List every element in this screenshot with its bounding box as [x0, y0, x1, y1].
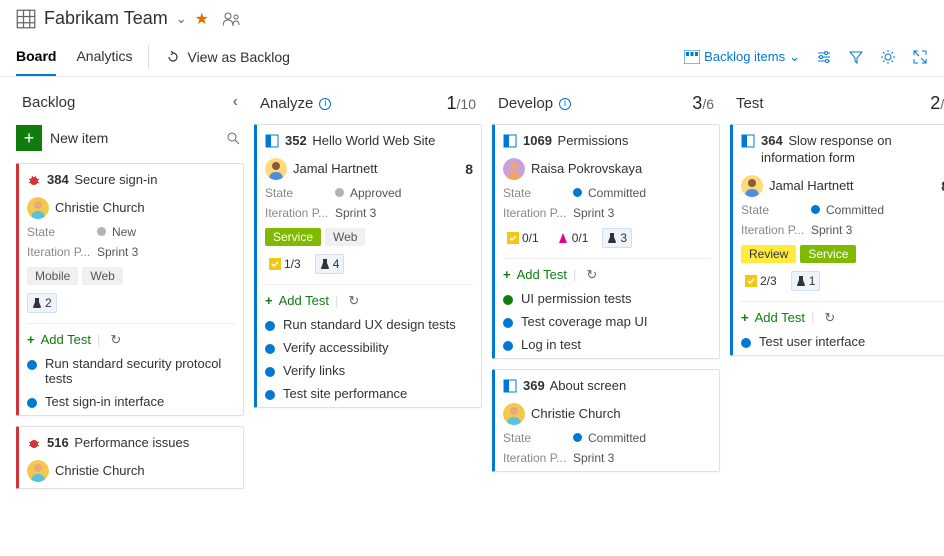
column-develop: Develop i 3/6 1069 Permissions Raisa Pok…	[492, 89, 720, 482]
column-title: Analyze	[260, 95, 313, 112]
assignee-name: Raisa Pokrovskaya	[531, 161, 642, 176]
avatar	[503, 403, 525, 425]
test-item[interactable]: UI permission tests	[503, 291, 711, 306]
assignee-name: Christie Church	[55, 200, 145, 215]
team-icon	[16, 9, 36, 29]
board-icon	[684, 50, 700, 64]
avatar	[27, 460, 49, 482]
tag[interactable]: Web	[82, 267, 122, 285]
column-title: Backlog	[22, 94, 75, 111]
gear-icon[interactable]	[880, 49, 896, 65]
settings-sliders-icon[interactable]	[816, 49, 832, 65]
test-item[interactable]: Log in test	[503, 337, 711, 352]
card-364[interactable]: 364 Slow response on information form Ja…	[730, 124, 944, 356]
avatar	[265, 158, 287, 180]
bug-chip[interactable]: 0/1	[553, 229, 593, 247]
assignee-name: Christie Church	[55, 463, 145, 478]
test-item[interactable]: Run standard security protocol tests	[27, 356, 235, 386]
beaker-chip[interactable]: 2	[27, 293, 57, 313]
task-chip[interactable]: 1/3	[265, 255, 305, 273]
task-chip[interactable]: 2/3	[741, 272, 781, 290]
info-icon[interactable]: i	[319, 98, 331, 110]
divider	[148, 45, 149, 69]
assignee-name: Jamal Hartnett	[769, 178, 854, 193]
column-count: 1/10	[447, 93, 476, 114]
star-icon[interactable]: ★	[195, 9, 209, 29]
avatar	[27, 197, 49, 219]
play-icon	[503, 295, 513, 305]
test-item[interactable]: Verify links	[265, 363, 473, 378]
people-icon[interactable]	[223, 12, 241, 26]
card-384[interactable]: 384 Secure sign-in Christie Church State…	[16, 163, 244, 416]
tag[interactable]: Service	[800, 245, 856, 263]
chevron-down-icon: ⌄	[789, 49, 800, 65]
column-count: 2/6	[930, 93, 944, 114]
test-item[interactable]: Test user interface	[741, 334, 944, 349]
card-369[interactable]: 369 About screen Christie Church StateCo…	[492, 369, 720, 472]
beaker-chip[interactable]: 1	[791, 271, 821, 291]
beaker-chip[interactable]: 3	[602, 228, 632, 248]
new-item-label[interactable]: New item	[50, 130, 218, 146]
test-item[interactable]: Run standard UX design tests	[265, 317, 473, 332]
card-516[interactable]: 516 Performance issues Christie Church	[16, 426, 244, 489]
tag[interactable]: Service	[265, 228, 321, 246]
column-backlog: Backlog ‹ + New item 384 Secure sign-in …	[16, 89, 244, 499]
redo-icon	[165, 49, 181, 65]
add-test-button[interactable]: +Add Test | ↻	[265, 284, 473, 309]
column-title: Test	[736, 95, 764, 112]
search-icon[interactable]	[226, 131, 240, 145]
team-name[interactable]: Fabrikam Team	[44, 8, 168, 29]
backlog-items-selector[interactable]: Backlog items ⌄	[684, 49, 800, 65]
fullscreen-icon[interactable]	[912, 49, 928, 65]
tag[interactable]: Mobile	[27, 267, 78, 285]
test-item[interactable]: Test site performance	[265, 386, 473, 401]
bug-icon	[27, 173, 41, 187]
test-item[interactable]: Test coverage map UI	[503, 314, 711, 329]
avatar	[503, 158, 525, 180]
tag[interactable]: Review	[741, 245, 796, 263]
collapse-icon[interactable]: ‹	[233, 93, 238, 111]
view-as-backlog-button[interactable]: View as Backlog	[165, 49, 289, 65]
column-title: Develop	[498, 95, 553, 112]
new-item-button[interactable]: +	[16, 125, 42, 151]
effort: 8	[465, 161, 473, 177]
column-test: Test 2/6 364 Slow response on informatio…	[730, 89, 944, 366]
add-test-button[interactable]: +Add Test | ↻	[27, 323, 235, 348]
beaker-chip[interactable]: 4	[315, 254, 345, 274]
card-352[interactable]: 352 Hello World Web Site Jamal Hartnett …	[254, 124, 482, 408]
avatar	[741, 175, 763, 197]
add-test-button[interactable]: +Add Test | ↻	[503, 258, 711, 283]
add-test-button[interactable]: +Add Test | ↻	[741, 301, 944, 326]
info-icon[interactable]: i	[559, 98, 571, 110]
tag[interactable]: Web	[325, 228, 365, 246]
tab-board[interactable]: Board	[16, 38, 56, 76]
chevron-down-icon[interactable]: ⌄	[176, 11, 187, 27]
pbi-icon	[741, 134, 755, 148]
column-count: 3/6	[692, 93, 714, 114]
pbi-icon	[503, 379, 517, 393]
pbi-icon	[265, 134, 279, 148]
bug-icon	[27, 436, 41, 450]
test-item[interactable]: Verify accessibility	[265, 340, 473, 355]
column-analyze: Analyze i 1/10 352 Hello World Web Site …	[254, 89, 482, 418]
pbi-icon	[503, 134, 517, 148]
task-chip[interactable]: 0/1	[503, 229, 543, 247]
test-item[interactable]: Test sign-in interface	[27, 394, 235, 409]
assignee-name: Christie Church	[531, 406, 621, 421]
assignee-name: Jamal Hartnett	[293, 161, 378, 176]
tab-analytics[interactable]: Analytics	[76, 38, 132, 76]
filter-icon[interactable]	[848, 49, 864, 65]
card-1069[interactable]: 1069 Permissions Raisa Pokrovskaya State…	[492, 124, 720, 359]
